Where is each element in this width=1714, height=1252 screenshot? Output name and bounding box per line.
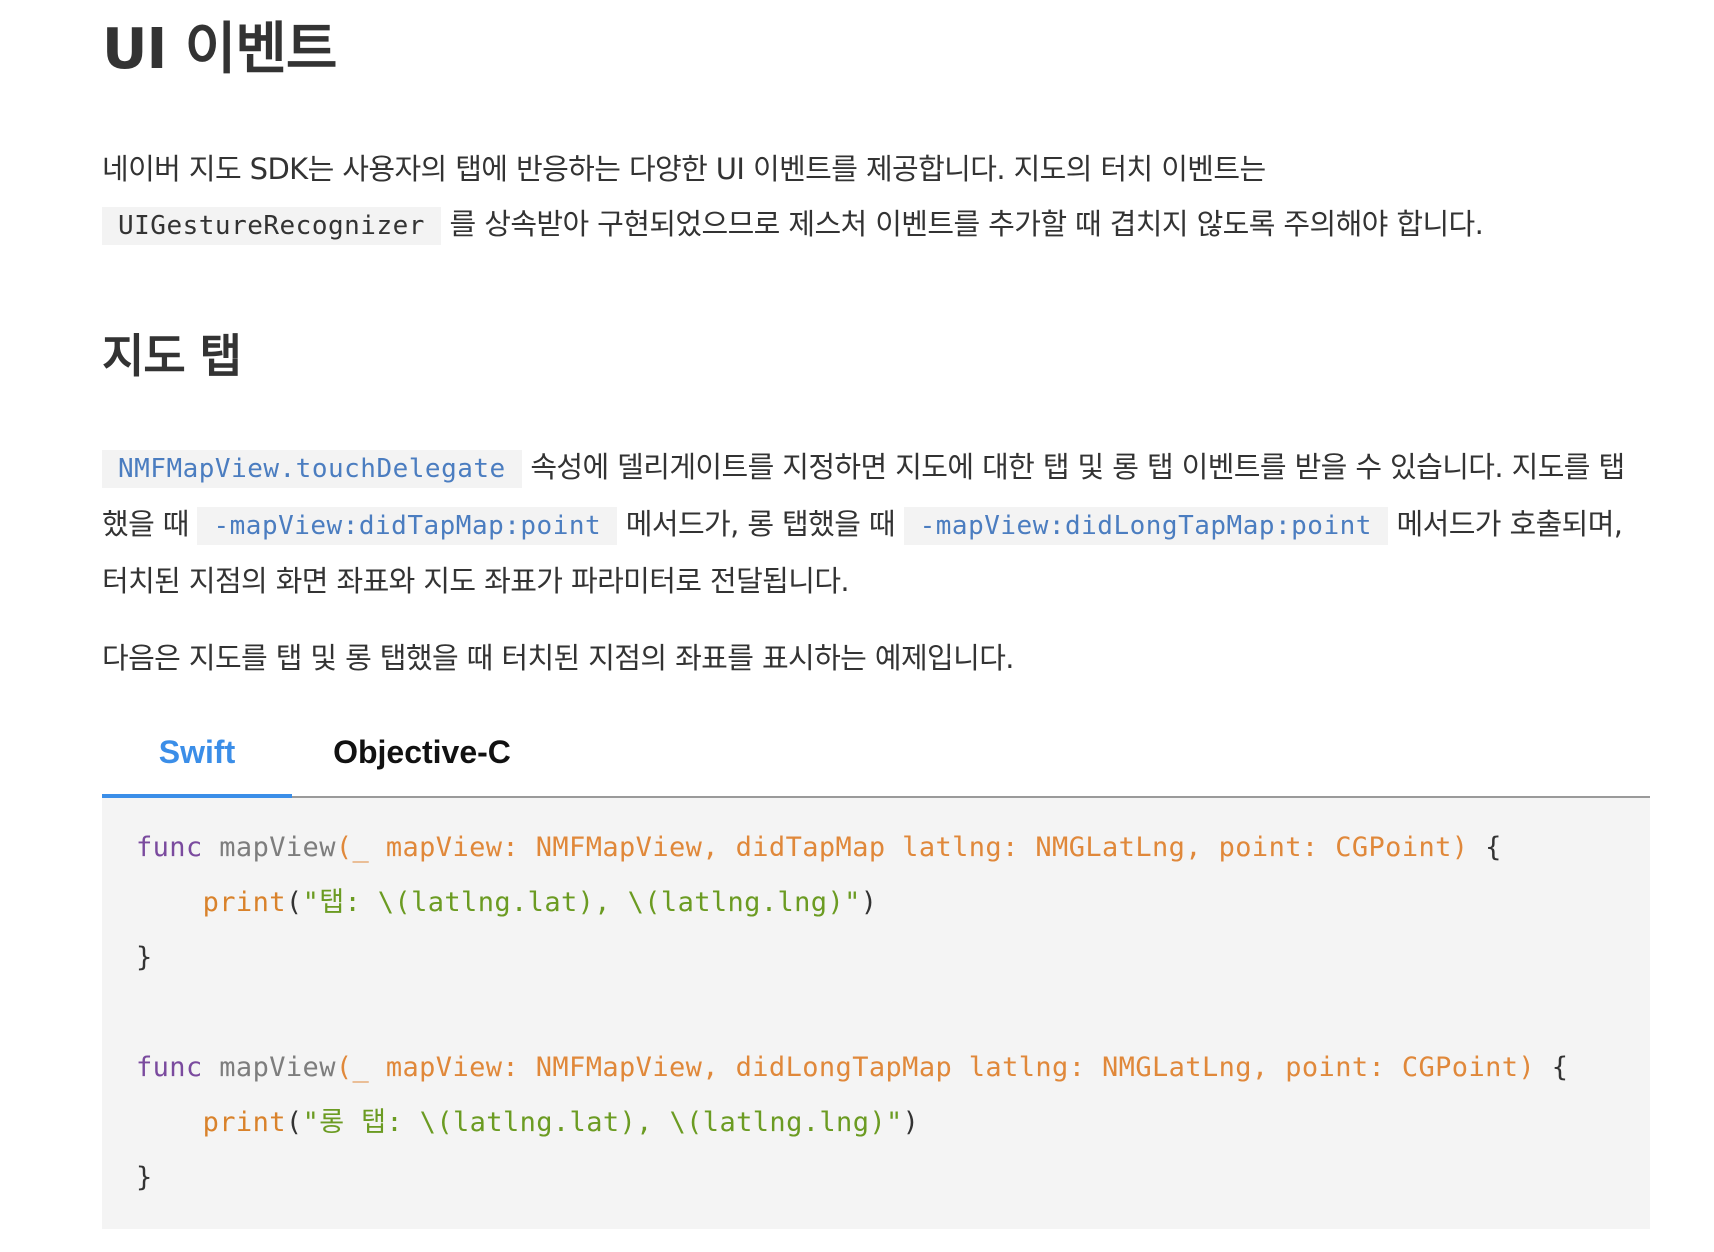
code-function-name: mapView	[202, 1052, 336, 1083]
code-paren: (	[285, 887, 303, 918]
code-paren: )	[902, 1107, 920, 1138]
section-paragraph-2: 다음은 지도를 탭 및 롱 탭했을 때 터치된 지점의 좌표를 표시하는 예제입…	[102, 641, 1015, 675]
inline-code-touch-delegate: NMFMapView.touchDelegate	[102, 450, 522, 488]
code-keyword: func	[136, 1052, 203, 1083]
inline-code-did-tap-map: -mapView:didTapMap:point	[197, 507, 618, 545]
code-line: func mapView(_ mapView: NMFMapView, didT…	[136, 828, 1502, 868]
code-open-brace: {	[1468, 832, 1502, 863]
code-block: func mapView(_ mapView: NMFMapView, didT…	[102, 798, 1650, 1229]
language-tabs: Swift Objective-C	[102, 724, 1650, 799]
code-call: print	[202, 1107, 286, 1138]
code-paren: (	[285, 1107, 303, 1138]
tab-swift[interactable]: Swift	[102, 724, 292, 799]
intro-text-2: 를 상속받아 구현되었으므로 제스처 이벤트를 추가할 때 겹치지 않도록 주의…	[449, 207, 1484, 241]
code-line: }	[136, 1162, 153, 1193]
code-signature: (_ mapView: NMFMapView, didLongTapMap la…	[335, 1052, 1536, 1083]
code-line: func mapView(_ mapView: NMFMapView, didL…	[136, 1048, 1568, 1088]
section-text-2: 메서드가, 롱 탭했을 때	[625, 507, 896, 541]
section-title: 지도 탭	[102, 329, 242, 383]
code-signature: (_ mapView: NMFMapView, didTapMap latlng…	[335, 832, 1469, 863]
code-line: }	[136, 942, 153, 973]
code-call: print	[202, 887, 286, 918]
tab-swift-label: Swift	[158, 734, 236, 770]
code-function-name: mapView	[202, 832, 336, 863]
code-line: print("탭: \(latlng.lat), \(latlng.lng)")	[136, 883, 877, 923]
intro-paragraph: 네이버 지도 SDK는 사용자의 탭에 반응하는 다양한 UI 이벤트를 제공합…	[102, 142, 1650, 254]
code-open-brace: {	[1535, 1052, 1569, 1083]
code-line: print("롱 탭: \(latlng.lat), \(latlng.lng)…	[136, 1103, 919, 1143]
code-paren: )	[860, 887, 878, 918]
inline-code-did-long-tap-map: -mapView:didLongTapMap:point	[903, 507, 1388, 545]
code-string: "롱 탭: \(latlng.lat), \(latlng.lng)"	[302, 1107, 903, 1138]
tab-objective-c[interactable]: Objective-C	[322, 724, 522, 796]
page-title: UI 이벤트	[102, 17, 337, 82]
code-string: "탭: \(latlng.lat), \(latlng.lng)"	[302, 887, 861, 918]
intro-text-1: 네이버 지도 SDK는 사용자의 탭에 반응하는 다양한 UI 이벤트를 제공합…	[102, 152, 1266, 186]
section-paragraph-1: NMFMapView.touchDelegate 속성에 델리게이트를 지정하면…	[102, 440, 1650, 609]
tab-objective-c-label: Objective-C	[333, 734, 511, 770]
inline-code-gesture-recognizer: UIGestureRecognizer	[102, 207, 441, 245]
code-keyword: func	[136, 832, 203, 863]
